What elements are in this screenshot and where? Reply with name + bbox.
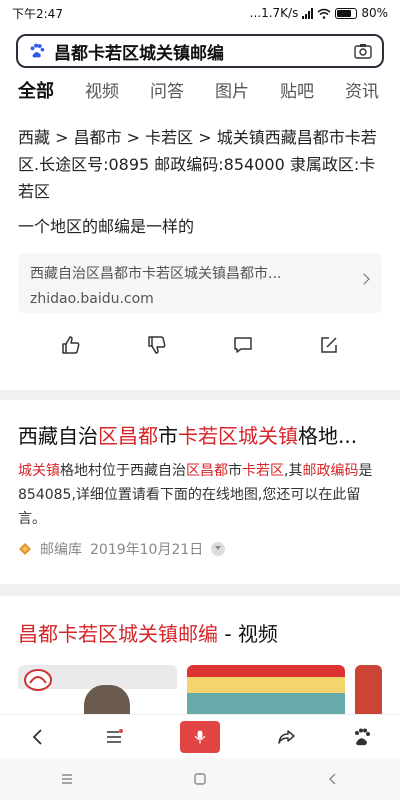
result-meta: 邮编库 2019年10月21日 bbox=[18, 539, 382, 559]
snippet-segment: 市 bbox=[228, 463, 242, 479]
snippet-segment: 格地村位于西藏自治 bbox=[60, 463, 186, 479]
tab-video[interactable]: 视频 bbox=[85, 77, 119, 102]
network-speed: ...1.7K/s bbox=[249, 6, 299, 20]
video-section-title[interactable]: 昌都卡若区城关镇邮编 - 视频 bbox=[18, 618, 382, 647]
source-link[interactable]: 西藏自治区昌都市卡若区城关镇昌都市... zhidao.baidu.com bbox=[18, 253, 382, 313]
result-text: 西藏 > 昌都市 > 卡若区 > 城关镇西藏昌都市卡若区.长途区号:0895 邮… bbox=[18, 128, 377, 201]
result-card-postcode[interactable]: 西藏自治区昌都市卡若区城关镇格地... 城关镇格地村位于西藏自治区昌都市卡若区,… bbox=[0, 400, 400, 584]
back-icon[interactable] bbox=[28, 727, 48, 747]
search-box[interactable]: 昌都卡若区城关镇邮编 bbox=[16, 34, 384, 68]
publish-date: 2019年10月21日 bbox=[90, 542, 204, 558]
snippet-highlight: 邮政编码 bbox=[302, 463, 359, 479]
tab-qa[interactable]: 问答 bbox=[150, 77, 184, 102]
thumbs-up-icon[interactable] bbox=[61, 335, 81, 355]
snippet-highlight: 卡若区 bbox=[242, 463, 284, 479]
video-thumbnail[interactable] bbox=[186, 665, 346, 714]
home-icon[interactable] bbox=[193, 772, 207, 786]
title-highlight: 卡若区 bbox=[178, 424, 238, 448]
person-image bbox=[84, 685, 130, 714]
result-actions bbox=[18, 335, 382, 355]
signal-icon bbox=[302, 7, 314, 19]
snippet-highlight: 城关镇 bbox=[18, 463, 60, 479]
title-segment: - 视频 bbox=[218, 622, 278, 646]
result-title[interactable]: 西藏自治区昌都市卡若区城关镇格地... bbox=[18, 420, 382, 449]
microphone-icon bbox=[194, 730, 206, 743]
comment-icon[interactable] bbox=[233, 335, 253, 355]
battery-icon bbox=[335, 7, 358, 19]
source-title: 西藏自治区昌都市卡若区城关镇昌都市... bbox=[30, 266, 282, 282]
status-bar: 下午2:47 ...1.7K/s 80% bbox=[0, 0, 400, 26]
recent-apps-icon[interactable] bbox=[60, 772, 74, 786]
site-logo-icon bbox=[19, 543, 31, 555]
video-thumbnail[interactable] bbox=[355, 665, 382, 714]
voice-search-button[interactable] bbox=[180, 720, 220, 753]
title-highlight: 昌都 bbox=[118, 424, 158, 448]
site-name: 邮编库 bbox=[40, 542, 82, 558]
battery-level: 80% bbox=[361, 6, 388, 20]
title-segment: 西藏自治 bbox=[18, 424, 98, 448]
channel-logo-icon bbox=[24, 669, 52, 691]
result-text-secondary: 一个地区的邮编是一样的 bbox=[18, 217, 195, 236]
snippet-highlight: 区 bbox=[186, 463, 200, 479]
result-snippet: 城关镇格地村位于西藏自治区昌都市卡若区,其邮政编码是854085,详细位置请看下… bbox=[18, 459, 382, 531]
tab-news[interactable]: 资讯 bbox=[345, 77, 379, 102]
title-highlight: 昌都卡若区城关镇邮编 bbox=[18, 622, 218, 646]
search-header: 昌都卡若区城关镇邮编 全部 视频 问答 图片 贴吧 资讯 bbox=[0, 26, 400, 112]
title-segment: 格地... bbox=[298, 424, 358, 448]
status-indicators: ...1.7K/s 80% bbox=[250, 6, 388, 20]
wifi-icon bbox=[317, 8, 331, 19]
result-card-zhidao[interactable]: 西藏 > 昌都市 > 卡若区 > 城关镇西藏昌都市卡若区.长途区号:0895 邮… bbox=[0, 106, 400, 390]
title-segment: 市 bbox=[158, 424, 178, 448]
source-domain: zhidao.baidu.com bbox=[30, 291, 154, 307]
edit-icon[interactable] bbox=[319, 335, 339, 355]
menu-icon[interactable] bbox=[104, 727, 124, 747]
video-thumbnail[interactable] bbox=[18, 665, 177, 714]
system-back-icon[interactable] bbox=[326, 772, 340, 786]
status-time: 下午2:47 bbox=[12, 6, 63, 21]
bottom-toolbar bbox=[0, 714, 400, 758]
camera-icon[interactable] bbox=[354, 43, 372, 59]
thumbs-down-icon[interactable] bbox=[147, 335, 167, 355]
baidu-paw-icon bbox=[30, 43, 45, 58]
snippet-segment: ,其 bbox=[284, 463, 303, 479]
result-card-video[interactable]: 昌都卡若区城关镇邮编 - 视频 bbox=[0, 596, 400, 714]
share-icon[interactable] bbox=[276, 727, 296, 747]
title-highlight: 区 bbox=[98, 424, 118, 448]
tab-images[interactable]: 图片 bbox=[215, 77, 249, 102]
system-nav-bar bbox=[0, 758, 400, 800]
tab-all[interactable]: 全部 bbox=[18, 77, 54, 112]
video-thumbnails bbox=[18, 665, 382, 714]
chevron-right-icon bbox=[358, 273, 370, 285]
chevron-down-icon[interactable] bbox=[211, 542, 226, 556]
snippet-highlight: 昌都 bbox=[200, 463, 228, 479]
baidu-home-icon[interactable] bbox=[352, 727, 372, 747]
tab-tieba[interactable]: 贴吧 bbox=[280, 77, 314, 102]
search-input[interactable]: 昌都卡若区城关镇邮编 bbox=[54, 39, 354, 64]
title-highlight: 城关镇 bbox=[238, 424, 298, 448]
